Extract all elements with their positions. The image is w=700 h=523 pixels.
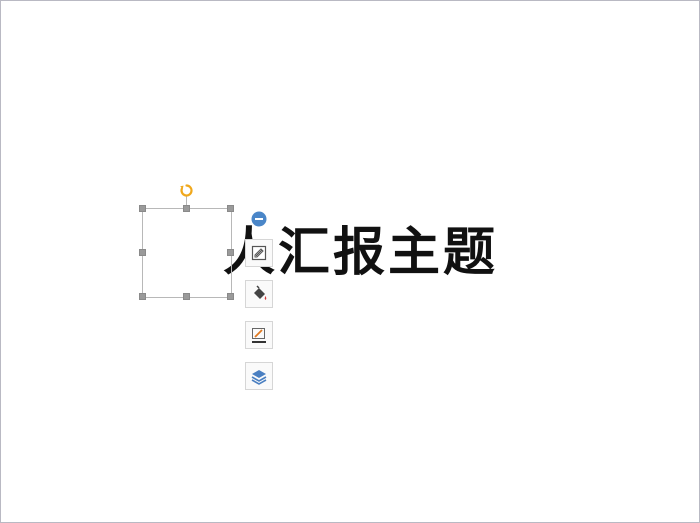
- resize-handle-bottom-right[interactable]: [227, 293, 234, 300]
- paint-bucket-icon: [254, 285, 267, 300]
- resize-handle-middle-left[interactable]: [139, 249, 146, 256]
- resize-handle-bottom-left[interactable]: [139, 293, 146, 300]
- shape-style-button[interactable]: [245, 239, 273, 267]
- resize-handle-top-center[interactable]: [183, 205, 190, 212]
- resize-handle-top-left[interactable]: [139, 205, 146, 212]
- arrange-button[interactable]: [245, 362, 273, 390]
- slide-canvas[interactable]: 人汇报主题: [0, 0, 700, 523]
- pen-outline-icon: [252, 328, 266, 343]
- resize-handle-top-right[interactable]: [227, 205, 234, 212]
- resize-handle-middle-right[interactable]: [227, 249, 234, 256]
- resize-handle-bottom-center[interactable]: [183, 293, 190, 300]
- fill-button[interactable]: [245, 280, 273, 308]
- outline-button[interactable]: [245, 321, 273, 349]
- rotate-handle-icon[interactable]: [178, 182, 195, 199]
- shape-style-icon: [251, 245, 267, 261]
- layers-icon: [251, 370, 267, 385]
- collapse-toolbar-icon[interactable]: [251, 211, 267, 227]
- selected-shape[interactable]: [142, 208, 232, 298]
